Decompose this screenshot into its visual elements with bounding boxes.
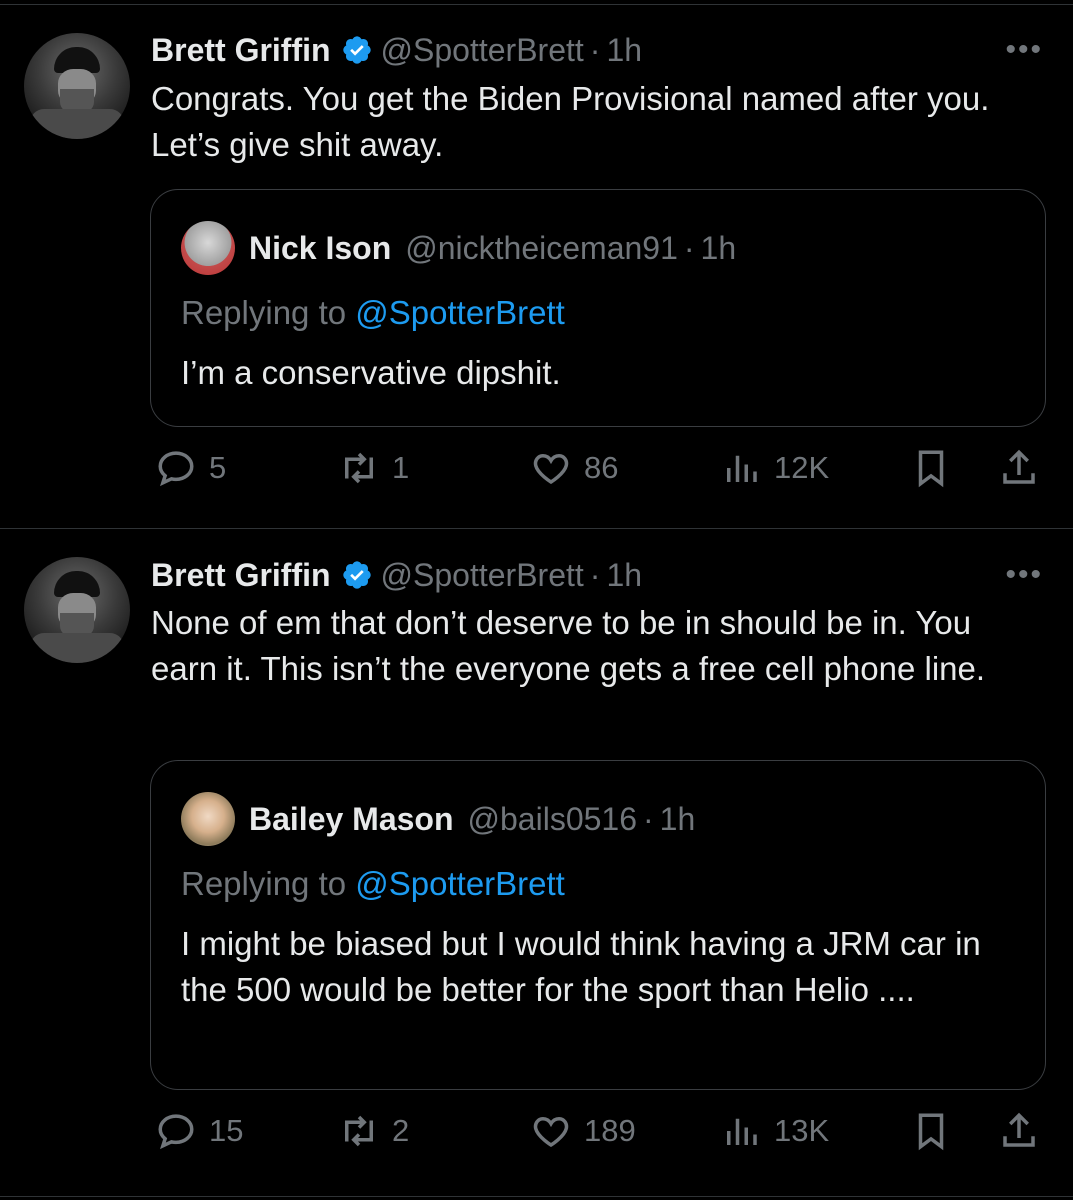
- like-icon: [533, 453, 569, 485]
- repost-icon: [345, 1115, 373, 1147]
- share-button[interactable]: [998, 1110, 1040, 1152]
- reply-count: 15: [209, 1113, 244, 1148]
- reply-button[interactable]: 15: [155, 1110, 243, 1152]
- reply-button[interactable]: 5: [155, 447, 226, 489]
- quote-text: I might be biased but I would think havi…: [181, 925, 981, 1008]
- author-handle[interactable]: @SpotterBrett: [381, 557, 584, 594]
- share-button[interactable]: [998, 447, 1040, 489]
- author-name[interactable]: Brett Griffin: [151, 557, 331, 594]
- quote-timestamp[interactable]: 1h: [701, 230, 737, 267]
- reply-icon: [158, 1114, 194, 1150]
- author-name[interactable]: Brett Griffin: [151, 32, 331, 69]
- verified-badge-icon: [342, 36, 371, 64]
- share-icon: [1003, 449, 1035, 484]
- avatar[interactable]: [24, 33, 130, 139]
- views-button[interactable]: 12K: [720, 447, 829, 489]
- bookmark-button[interactable]: [910, 1110, 952, 1152]
- quote-author-name[interactable]: Nick Ison: [249, 230, 391, 267]
- quote-author-handle[interactable]: @nicktheiceman91: [405, 230, 678, 267]
- tweet-header: Brett Griffin @SpotterBrett · 1h: [151, 28, 642, 72]
- like-icon: [533, 1116, 569, 1148]
- like-count: 189: [584, 1113, 636, 1148]
- repost-icon: [345, 452, 373, 484]
- timestamp[interactable]: 1h: [606, 32, 642, 69]
- views-icon: [727, 1118, 757, 1145]
- quote-author-handle[interactable]: @bails0516: [468, 801, 637, 838]
- tweet-text: None of em that don’t deserve to be in s…: [151, 604, 986, 687]
- tweet-actions: 5 1 86 12K: [0, 447, 1073, 497]
- replying-to: Replying to @SpotterBrett: [181, 865, 565, 903]
- tweet-text: Congrats. You get the Biden Provisional …: [151, 80, 990, 163]
- quote-avatar[interactable]: [181, 221, 235, 275]
- views-count: 13K: [774, 1113, 830, 1148]
- reply-icon: [158, 451, 194, 487]
- quote-avatar[interactable]: [181, 792, 235, 846]
- repost-count: 2: [392, 1113, 410, 1148]
- repost-button[interactable]: 1: [338, 447, 409, 489]
- quote-header: Bailey Mason @bails0516 · 1h: [181, 792, 696, 846]
- reply-count: 5: [209, 450, 227, 485]
- quote-header: Nick Ison @nicktheiceman91 · 1h: [181, 221, 737, 275]
- separator: ·: [589, 556, 601, 593]
- like-button[interactable]: 86: [530, 447, 618, 489]
- timestamp[interactable]: 1h: [606, 557, 642, 594]
- share-icon: [1003, 1112, 1035, 1147]
- tweet[interactable]: Brett Griffin @SpotterBrett · 1h ••• Con…: [0, 0, 1073, 528]
- more-icon[interactable]: •••: [1005, 35, 1043, 65]
- tweet-actions: 15 2 189 13K: [0, 1110, 1073, 1160]
- repost-button[interactable]: 2: [338, 1110, 409, 1152]
- views-count: 12K: [774, 450, 830, 485]
- views-button[interactable]: 13K: [720, 1110, 829, 1152]
- replying-prefix: Replying to: [181, 294, 356, 331]
- quote-timestamp[interactable]: 1h: [660, 801, 696, 838]
- quoted-tweet[interactable]: Nick Ison @nicktheiceman91 · 1h Replying…: [150, 189, 1046, 427]
- like-count: 86: [584, 450, 619, 485]
- bookmark-button[interactable]: [910, 447, 952, 489]
- views-icon: [727, 455, 757, 482]
- separator: ·: [683, 229, 695, 266]
- replying-mention[interactable]: @SpotterBrett: [355, 294, 565, 331]
- tweet[interactable]: Brett Griffin @SpotterBrett · 1h ••• Non…: [0, 529, 1073, 1197]
- tweet-divider: [0, 1196, 1073, 1197]
- tweet-header: Brett Griffin @SpotterBrett · 1h: [151, 553, 642, 597]
- replying-prefix: Replying to: [181, 865, 356, 902]
- quote-author-name[interactable]: Bailey Mason: [249, 801, 454, 838]
- avatar[interactable]: [24, 557, 130, 663]
- quoted-tweet[interactable]: Bailey Mason @bails0516 · 1h Replying to…: [150, 760, 1046, 1090]
- replying-to: Replying to @SpotterBrett: [181, 294, 565, 332]
- verified-badge-icon: [342, 561, 371, 589]
- bookmark-icon: [918, 1113, 944, 1151]
- separator: ·: [643, 800, 654, 837]
- quote-text: I’m a conservative dipshit.: [181, 354, 561, 391]
- author-handle[interactable]: @SpotterBrett: [381, 32, 584, 69]
- bookmark-icon: [918, 450, 944, 488]
- more-icon[interactable]: •••: [1005, 560, 1043, 590]
- like-button[interactable]: 189: [530, 1110, 636, 1152]
- replying-mention[interactable]: @SpotterBrett: [355, 865, 565, 902]
- separator: ·: [589, 31, 601, 68]
- repost-count: 1: [392, 450, 410, 485]
